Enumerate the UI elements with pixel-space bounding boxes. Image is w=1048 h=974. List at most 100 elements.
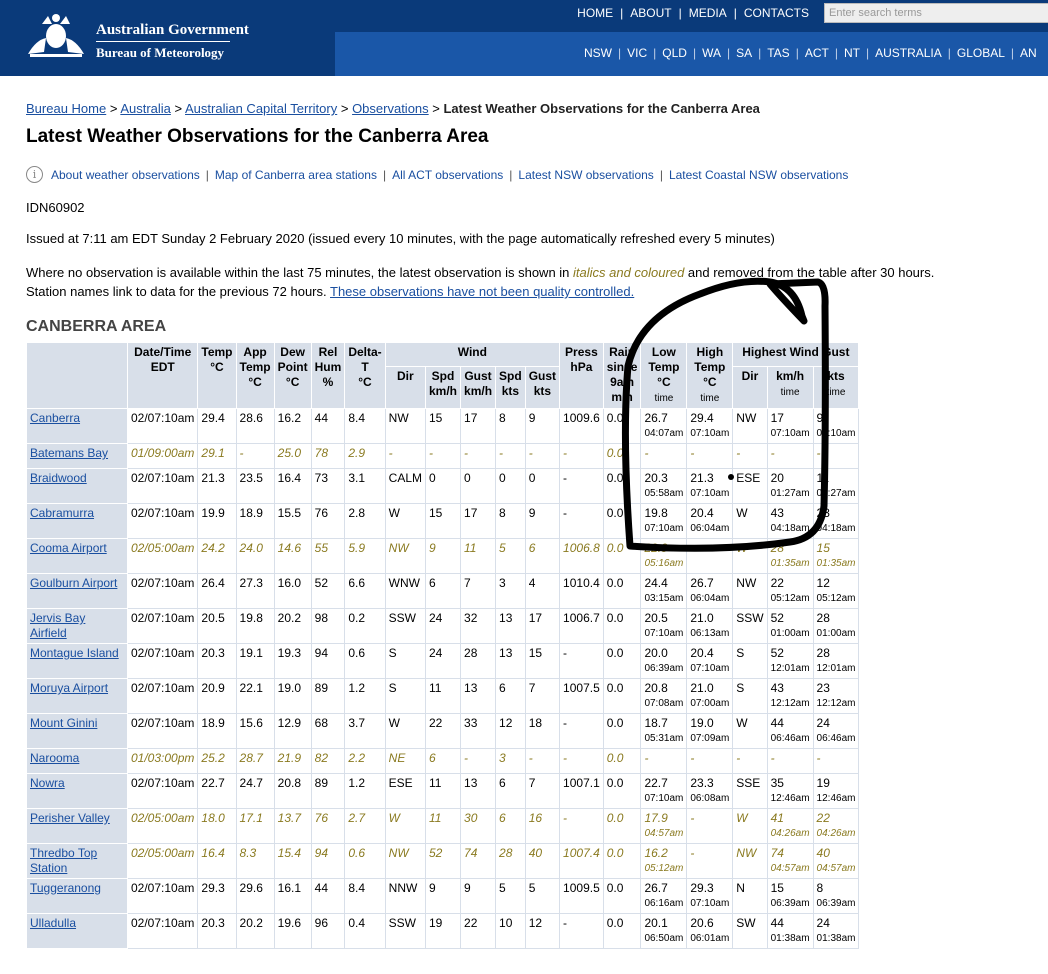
breadcrumb-link[interactable]: Australian Capital Territory: [185, 101, 337, 116]
cell-app: 23.5: [235, 468, 275, 504]
cell-high-temp-time: 07:10am: [690, 428, 730, 439]
bom-title[interactable]: Bureau of Meteorology: [96, 45, 224, 61]
gov-title[interactable]: Australian Government: [96, 22, 249, 39]
cell-dt_t: 3.7: [344, 713, 386, 749]
breadcrumb-link[interactable]: Australia: [120, 101, 171, 116]
table-row: Batemans Bay 01/09:00am 29.1-25.0 78 2.9- - - -…: [26, 443, 860, 469]
related-link[interactable]: Latest NSW observations: [518, 168, 653, 182]
cell-rain: 0.0: [602, 843, 642, 879]
breadcrumb-link[interactable]: Observations: [352, 101, 429, 116]
station-link[interactable]: Perisher Valley: [30, 811, 110, 825]
station-link[interactable]: Montague Island: [30, 646, 119, 660]
cell-gustk: 4: [524, 573, 561, 609]
station-header: [26, 342, 128, 409]
state-nav-item[interactable]: AUSTRALIA: [869, 46, 948, 60]
cell-dir: NE: [384, 748, 427, 774]
station-link[interactable]: Narooma: [30, 751, 79, 765]
related-link[interactable]: Map of Canberra area stations: [215, 168, 377, 182]
table-row: Canberra 02/07:10am 29.4 28.6 16.2 44 8.4 NW 15 1…: [26, 408, 860, 444]
cell-temp: 29.4: [197, 408, 237, 444]
station-link[interactable]: Goulburn Airport: [30, 576, 117, 590]
state-nav-item[interactable]: ACT: [799, 46, 835, 60]
state-nav-item[interactable]: QLD: [656, 46, 693, 60]
station-link[interactable]: Nowra: [30, 776, 65, 790]
top-nav-item[interactable]: HOME: [570, 6, 620, 20]
station-cell: Perisher Valley: [26, 808, 128, 844]
station-link[interactable]: Jervis Bay Airfield: [30, 611, 85, 640]
cell-rain: 0.0: [602, 808, 642, 844]
cell-rh: 98: [310, 608, 346, 644]
state-nav-item[interactable]: SA: [730, 46, 758, 60]
state-nav-item[interactable]: WA: [696, 46, 727, 60]
top-nav-item[interactable]: ABOUT: [623, 6, 678, 20]
state-nav-item[interactable]: NT: [838, 46, 866, 60]
station-link[interactable]: Mount Ginini: [30, 716, 97, 730]
quality-control-link[interactable]: These observations have not been quality…: [330, 284, 634, 299]
cell-high-temp-value: -: [690, 846, 695, 860]
cell-low-temp-value: 16.2: [644, 846, 668, 860]
related-link[interactable]: Latest Coastal NSW observations: [669, 168, 848, 182]
station-link[interactable]: Canberra: [30, 411, 80, 425]
cell-temp: 19.9: [197, 503, 237, 539]
station-link[interactable]: Braidwood: [30, 471, 87, 485]
state-nav-item[interactable]: TAS: [761, 46, 795, 60]
search-input[interactable]: Enter search terms: [824, 3, 1048, 23]
cell-gust-kts-time: 12:01am: [816, 663, 856, 674]
dew-point-header: Dew Point °C: [273, 342, 312, 409]
cell-dir: NW: [384, 408, 427, 444]
state-nav-item[interactable]: VIC: [621, 46, 653, 60]
cell-temp: 20.9: [197, 678, 237, 714]
cell-spd: 9: [424, 538, 462, 574]
cell-low-temp-time: 07:10am: [644, 793, 684, 804]
info-icon: i: [26, 166, 43, 183]
cell-low-temp-value: 17.9: [644, 811, 668, 825]
station-link[interactable]: Cooma Airport: [30, 541, 107, 555]
cell-low-temp-value: 26.7: [644, 411, 668, 425]
cell-high-temp-value: 19.0: [690, 716, 714, 730]
station-link[interactable]: Cabramurra: [30, 506, 94, 520]
top-nav-item[interactable]: MEDIA: [682, 6, 734, 20]
state-nav-item[interactable]: GLOBAL: [951, 46, 1011, 60]
cell-gust-kmh-value: 17: [770, 411, 784, 425]
station-link[interactable]: Batemans Bay: [30, 446, 108, 460]
cell-dt_t: 1.2: [344, 678, 386, 714]
cell-spd: 0: [424, 468, 462, 504]
cell-app: 15.6: [235, 713, 275, 749]
station-link[interactable]: Moruya Airport: [30, 681, 108, 695]
cell-dew: 15.4: [273, 843, 312, 879]
cell-low-temp-value: 24.4: [644, 576, 668, 590]
state-nav-item[interactable]: NSW: [578, 46, 618, 60]
cell-low-temp: 20.3 05:58am: [640, 468, 688, 504]
state-nav-item[interactable]: AN: [1014, 46, 1043, 60]
cell-press: -: [559, 808, 604, 844]
cell-dt: 02/07:10am: [126, 608, 199, 644]
cell-gust-kts-value: 23: [816, 681, 830, 695]
breadcrumb-link[interactable]: Bureau Home: [26, 101, 106, 116]
station-link[interactable]: Thredbo Top Station: [30, 846, 97, 875]
cell-gust: -: [460, 443, 497, 469]
table-row: Cabramurra 02/07:10am 19.9 18.9 15.5 76 2.8 W 15…: [26, 503, 860, 539]
cell-rain: 0.0: [602, 913, 642, 949]
cell-app: 20.2: [235, 913, 275, 949]
station-link[interactable]: Ulladulla: [30, 916, 76, 930]
cell-high-temp: 23.3 06:08am: [686, 773, 734, 809]
related-link[interactable]: About weather observations: [51, 168, 200, 182]
station-cell: Canberra: [26, 408, 128, 444]
cell-gust-kmh: 15 06:39am: [766, 878, 814, 914]
cell-gustk: 16: [524, 808, 561, 844]
cell-dew: 16.2: [273, 408, 312, 444]
cell-low-temp-value: 20.8: [644, 681, 668, 695]
related-link[interactable]: All ACT observations: [392, 168, 503, 182]
cell-rh: 52: [310, 573, 346, 609]
cell-high-temp-time: 07:09am: [690, 733, 730, 744]
cell-gust-kts-value: 15: [816, 541, 830, 555]
cell-gust-kts: 24 06:46am: [812, 713, 860, 749]
cell-low-temp-value: -: [644, 446, 649, 460]
cell-press: 1007.1: [559, 773, 604, 809]
cell-gust: 28: [460, 643, 497, 679]
station-link[interactable]: Tuggeranong: [30, 881, 101, 895]
top-nav-item[interactable]: CONTACTS: [737, 6, 816, 20]
cell-gust-kmh: 43 04:18am: [766, 503, 814, 539]
cell-gust-kmh-time: 01:00am: [770, 628, 810, 639]
cell-high-temp-time: 06:04am: [690, 523, 730, 534]
